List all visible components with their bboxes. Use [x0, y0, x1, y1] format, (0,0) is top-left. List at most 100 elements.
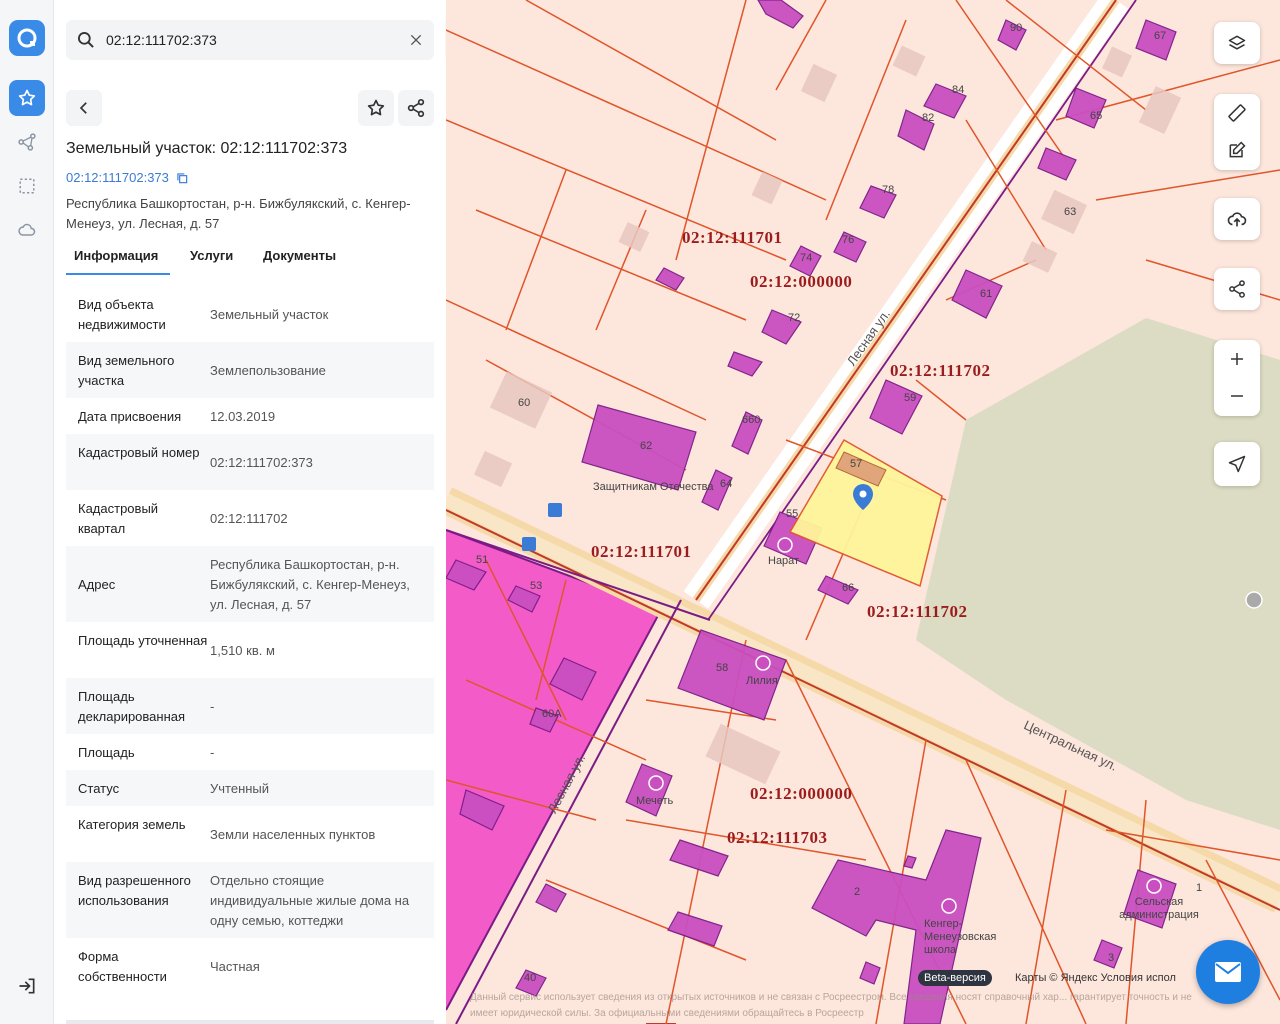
app-logo-icon[interactable] — [9, 20, 45, 56]
parcel-number: 1 — [1196, 882, 1203, 894]
row-key: Статус — [78, 781, 120, 796]
quarter-label: 02:12:000000 — [750, 272, 853, 291]
scroll-edge — [66, 1020, 434, 1024]
table-row: Адрес Республика Башкортостан, р-н. Бижб… — [66, 546, 434, 622]
table-row: Категория земель Земли населенных пункто… — [66, 806, 434, 862]
poi-label: Мечеть — [636, 795, 674, 807]
route-nodes-icon[interactable] — [9, 124, 45, 160]
parcel-number: 53 — [530, 580, 543, 592]
parcel-number: 90 — [1010, 22, 1023, 34]
poi-label: Защитникам Отечества — [593, 481, 714, 493]
copy-icon[interactable] — [175, 171, 189, 185]
row-value: 02:12:111702 — [210, 511, 288, 526]
row-value: 02:12:111702:373 — [210, 455, 313, 470]
parcel-number: 67 — [1154, 30, 1167, 42]
parcel-number: 55 — [786, 508, 799, 520]
parcel-number: 59 — [904, 392, 917, 404]
tab-information[interactable]: Информация — [74, 248, 158, 263]
row-value: Частная — [210, 959, 260, 974]
parcel-number: 40 — [524, 972, 537, 984]
table-row: Дата присвоения 12.03.2019 — [66, 398, 434, 434]
favorites-star-icon[interactable] — [9, 80, 45, 116]
parcel-number: 76 — [842, 234, 855, 246]
ruler-icon — [1228, 103, 1246, 122]
parcel-number: 84 — [952, 84, 965, 96]
parcel-number: 78 — [882, 184, 895, 196]
zoom-controls — [1214, 340, 1260, 416]
login-icon[interactable] — [9, 968, 45, 1004]
quarter-label: 02:12:111701 — [682, 228, 783, 247]
parcel-number: 64 — [720, 478, 733, 490]
row-value: Отдельно стоящие индивидуальные жилые до… — [210, 873, 410, 928]
tab-services[interactable]: Услуги — [190, 248, 233, 263]
row-value: 1,510 кв. м — [210, 643, 275, 658]
map-attribution[interactable]: Карты © Яндекс Условия испол — [1015, 972, 1176, 984]
map-canvas[interactable] — [446, 0, 1280, 1024]
parcel-number: 2 — [854, 886, 861, 898]
table-row: Статус Учтенный — [66, 770, 434, 806]
parcel-number: 61 — [980, 288, 993, 300]
cadastral-map[interactable]: 02:12:111701 02:12:000000 02:12:111702 0… — [446, 0, 1280, 1024]
row-value: Учтенный — [210, 781, 270, 796]
table-row: Площадь уточненная 1,510 кв. м — [66, 622, 434, 678]
row-value: 12.03.2019 — [210, 409, 276, 424]
row-value: Земли населенных пунктов — [210, 827, 376, 842]
row-key: Кадастровый номер — [78, 445, 200, 460]
select-area-icon[interactable] — [9, 168, 45, 204]
table-row: Кадастровый номер 02:12:111702:373 — [66, 434, 434, 490]
plus-icon — [1231, 352, 1243, 365]
add-favorite-button[interactable] — [358, 90, 394, 126]
parcel-number: 82 — [922, 112, 935, 124]
edit-button[interactable] — [1214, 131, 1260, 168]
ruler-button[interactable] — [1214, 94, 1260, 131]
row-key: Адрес — [78, 577, 116, 592]
parcel-number: 3 — [1108, 952, 1115, 964]
parcel-number: 60 — [518, 397, 531, 409]
cadastral-number-text[interactable]: 02:12:111702:373 — [66, 170, 169, 185]
map-share-button[interactable] — [1214, 268, 1260, 310]
active-tab-indicator — [66, 273, 170, 275]
zoom-out-button[interactable] — [1214, 377, 1260, 414]
layers-button[interactable] — [1214, 22, 1260, 64]
upload-button[interactable] — [1214, 198, 1260, 240]
table-row: Вид объекта недвижимости Земельный участ… — [66, 286, 434, 342]
object-address: Республика Башкортостан, р-н. Бижбулякск… — [66, 196, 411, 231]
parcel-number: 74 — [800, 252, 813, 264]
parcel-number: 60А — [542, 708, 562, 720]
row-key: Вид разрешенного использования — [78, 873, 191, 908]
row-key: Кадастровый квартал — [78, 501, 159, 536]
cadastral-number-link[interactable]: 02:12:111702:373 — [66, 170, 189, 185]
search-input[interactable]: 02:12:111702:373 — [106, 32, 217, 48]
geolocation-button[interactable] — [1214, 442, 1260, 486]
table-row: Площадь - — [66, 734, 434, 770]
row-key: Категория земель — [78, 817, 186, 832]
parcel-number: 63 — [1064, 206, 1077, 218]
poi-label: Кенгер-Менеузовская школа — [924, 918, 997, 956]
search-box[interactable]: 02:12:111702:373 — [66, 20, 434, 60]
table-row: Площадь декларированная - — [66, 678, 434, 734]
parcel-number: 65 — [1090, 110, 1103, 122]
back-button[interactable] — [66, 90, 102, 126]
table-row: Вид земельного участка Землепользование — [66, 342, 434, 398]
quarter-label: 02:12:111701 — [591, 542, 692, 561]
row-key: Площадь уточненная — [78, 633, 208, 648]
object-info-panel: 02:12:111702:373 Земельный участок: 02:1… — [54, 0, 446, 1024]
share-icon — [407, 99, 425, 118]
feedback-mail-button[interactable] — [1196, 940, 1260, 1004]
chevron-left-icon — [79, 102, 87, 114]
row-key: Дата присвоения — [78, 409, 182, 424]
table-row: Форма собственности Частная — [66, 938, 434, 994]
share-button[interactable] — [398, 90, 434, 126]
cloud-icon[interactable] — [9, 212, 45, 248]
row-value: Землепользование — [210, 363, 326, 378]
tab-documents[interactable]: Документы — [263, 248, 336, 263]
clear-search-icon[interactable] — [408, 32, 424, 53]
quarter-label: 02:12:111702 — [867, 602, 968, 621]
share-icon — [1229, 280, 1245, 298]
edit-icon — [1229, 140, 1246, 157]
navigation-arrow-icon — [1228, 455, 1246, 473]
zoom-in-button[interactable] — [1214, 340, 1260, 377]
cloud-upload-icon — [1227, 212, 1247, 227]
icon-rail — [0, 0, 54, 1024]
row-key: Вид земельного участка — [78, 353, 175, 388]
